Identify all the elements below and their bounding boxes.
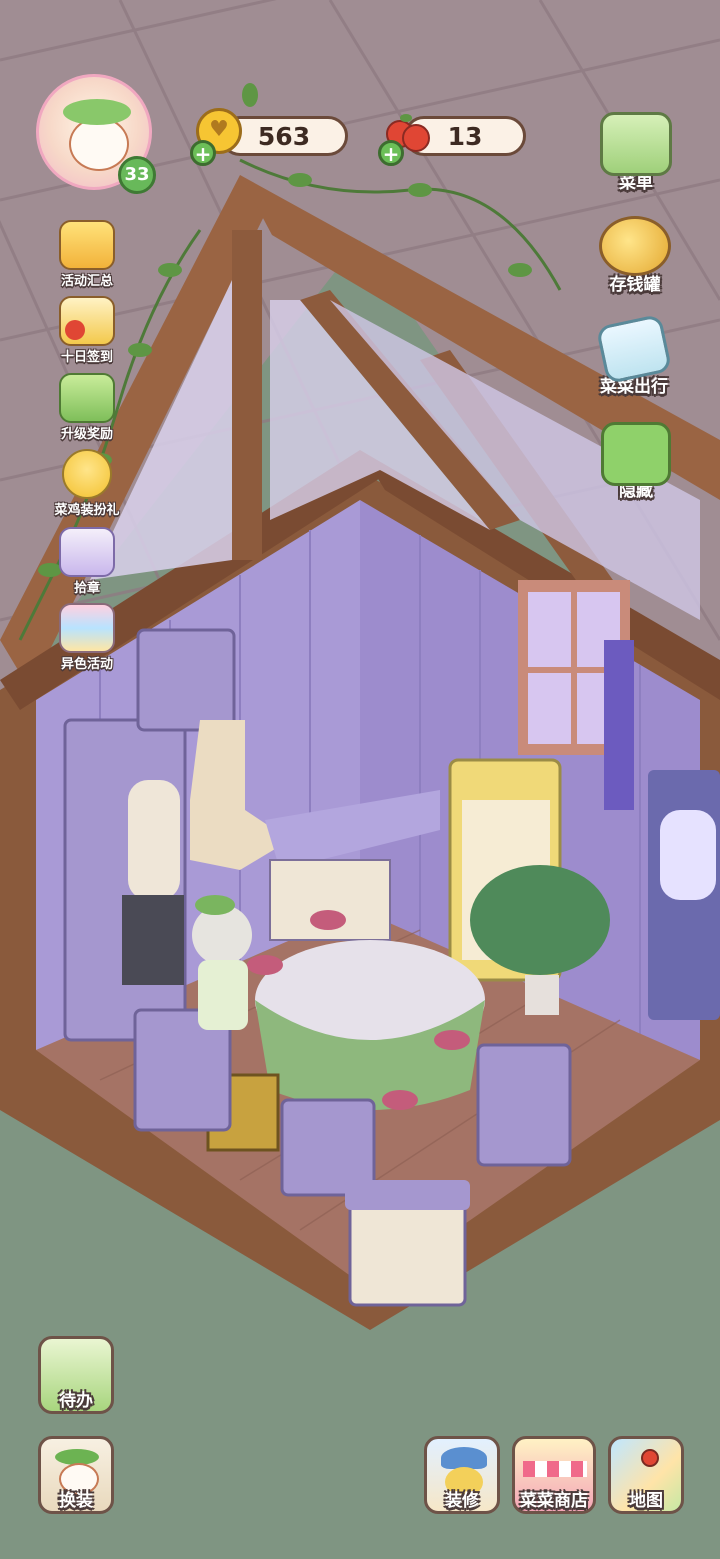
chick-outfit-gift-button[interactable]: 菜鸡装扮礼 <box>50 449 124 521</box>
map-button[interactable]: 地图 <box>604 1436 688 1514</box>
avatar-face-icon <box>69 117 129 171</box>
wardrobe-label: 换装 <box>59 1491 93 1511</box>
level-up-icon <box>59 373 115 423</box>
wardrobe-button[interactable]: 换装 <box>34 1436 118 1514</box>
tomato-amount: 13 <box>447 121 483 151</box>
badge-chapter-label: 拾章 <box>73 581 100 596</box>
color-event-button[interactable]: 异色活动 <box>50 603 124 675</box>
travel-button[interactable]: 菜菜出行 <box>584 313 684 397</box>
add-coins-button[interactable]: + <box>190 140 216 166</box>
calendar-gift-icon <box>59 296 115 346</box>
avatar-leaf-hat-icon <box>63 99 131 125</box>
chick-icon <box>62 449 112 499</box>
badge-book-icon <box>59 527 115 577</box>
decorate-label: 装修 <box>445 1491 479 1511</box>
menu-box-icon <box>600 112 672 176</box>
add-tomatoes-button[interactable]: + <box>378 140 404 166</box>
piggy-bank-icon <box>599 216 671 276</box>
event-summary-label: 活动汇总 <box>60 274 113 289</box>
ten-day-checkin-label: 十日签到 <box>60 350 113 365</box>
hide-button[interactable]: 隐藏 <box>594 422 678 501</box>
ten-day-checkin-button[interactable]: 十日签到 <box>50 296 124 368</box>
map-label: 地图 <box>629 1491 663 1511</box>
level-badge: 33 <box>118 156 156 194</box>
todo-label: 待办 <box>59 1391 93 1411</box>
badge-chapter-button[interactable]: 拾章 <box>50 527 124 599</box>
crown-icon <box>59 220 115 270</box>
rainbow-box-icon <box>59 603 115 653</box>
todo-button[interactable]: 待办 <box>34 1336 118 1414</box>
chick-outfit-gift-label: 菜鸡装扮礼 <box>54 503 120 518</box>
decorate-button[interactable]: 装修 <box>422 1436 502 1514</box>
color-event-label: 异色活动 <box>60 657 113 672</box>
shop-button[interactable]: 菜菜商店 <box>508 1436 600 1514</box>
coin-counter[interactable]: 563 ♥ + <box>190 106 350 166</box>
coin-amount: 563 <box>257 121 311 151</box>
menu-button[interactable]: 菜单 <box>594 112 678 193</box>
piggy-bank-button[interactable]: 存钱罐 <box>590 216 680 295</box>
shop-label: 菜菜商店 <box>520 1491 588 1511</box>
level-reward-label: 升级奖励 <box>60 427 113 442</box>
event-summary-button[interactable]: 活动汇总 <box>50 220 124 292</box>
hide-frame-icon <box>601 422 671 486</box>
player-avatar[interactable]: 33 <box>36 70 160 194</box>
level-reward-button[interactable]: 升级奖励 <box>50 373 124 445</box>
tomato-counter[interactable]: 13 + <box>376 106 528 166</box>
